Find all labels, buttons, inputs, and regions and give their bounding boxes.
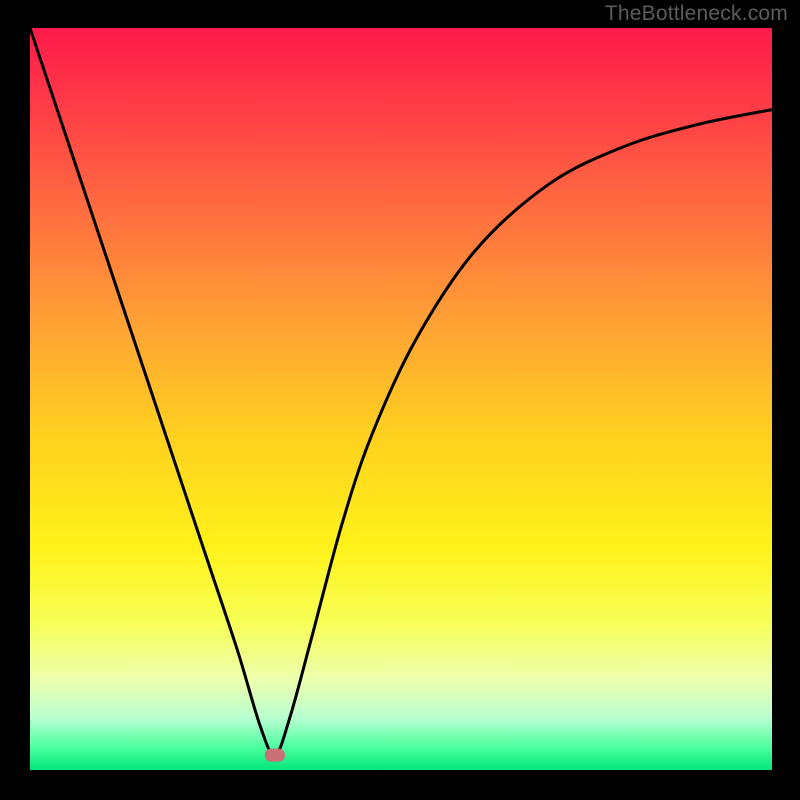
bottleneck-chart	[0, 0, 800, 800]
chart-frame: { "watermark": "TheBottleneck.com", "cha…	[0, 0, 800, 800]
minimum-marker	[265, 749, 285, 762]
plot-background	[30, 28, 772, 770]
watermark-text: TheBottleneck.com	[605, 2, 788, 26]
